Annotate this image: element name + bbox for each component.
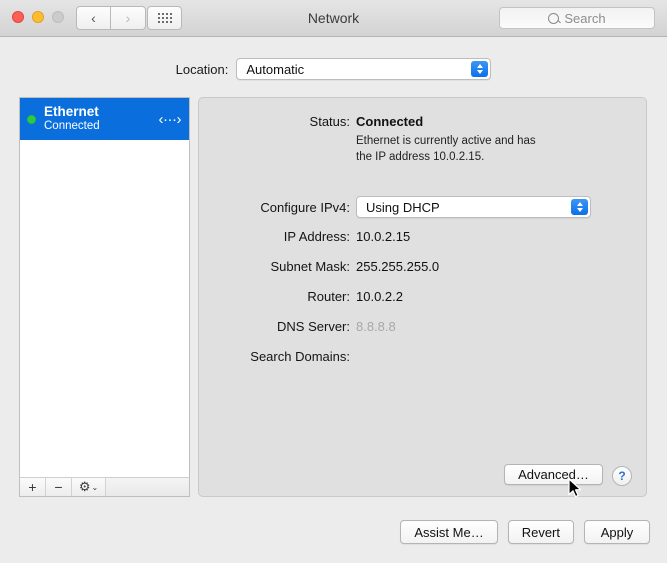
- location-label: Location:: [175, 61, 229, 77]
- dns-server-label: DNS Server:: [277, 319, 350, 334]
- footer-buttons: Assist Me… Revert Apply: [400, 520, 650, 544]
- status-description: Ethernet is currently active and has the…: [356, 135, 536, 163]
- search-placeholder: Search: [564, 10, 606, 26]
- status-indicator-dot: [27, 114, 36, 124]
- search-icon: [548, 12, 560, 24]
- dns-server-row: DNS Server: 8.8.8.8: [199, 319, 396, 334]
- location-value: Automatic: [246, 61, 305, 77]
- gear-icon: ⚙: [78, 479, 91, 494]
- search-domains-label: Search Domains:: [250, 349, 350, 364]
- dns-server-value: 8.8.8.8: [356, 319, 396, 334]
- service-labels: Ethernet Connected: [44, 104, 100, 133]
- configure-ipv4-label: Configure IPv4:: [260, 199, 350, 215]
- service-item-ethernet[interactable]: Ethernet Connected ‹···›: [20, 98, 189, 140]
- router-value: 10.0.2.2: [356, 289, 403, 304]
- ethernet-icon: ‹···›: [158, 110, 182, 128]
- toolbar-filler: [106, 478, 189, 496]
- plus-icon: +: [28, 479, 37, 495]
- service-name: Ethernet: [44, 104, 99, 120]
- services-toolbar: + − ⚙ ⌄: [19, 477, 190, 497]
- configure-ipv4-popup-button[interactable]: Using DHCP: [356, 196, 591, 218]
- subnet-mask-value: 255.255.255.0: [356, 259, 440, 274]
- ip-address-row: IP Address: 10.0.2.15: [199, 229, 410, 244]
- ip-address-value: 10.0.2.15: [356, 229, 411, 244]
- subnet-mask-row: Subnet Mask: 255.255.255.0: [199, 259, 440, 274]
- status-description-row: Ethernet is currently active and has the…: [199, 134, 551, 165]
- ip-address-label: IP Address:: [283, 229, 350, 244]
- location-row: Location: Automatic: [0, 58, 667, 80]
- status-value: Connected: [356, 114, 424, 129]
- search-domains-row: Search Domains:: [199, 349, 356, 364]
- location-popup-button[interactable]: Automatic: [236, 58, 492, 80]
- chevron-updown-icon: [471, 61, 489, 77]
- search-field[interactable]: Search: [499, 7, 655, 29]
- chevron-updown-icon: [571, 199, 588, 215]
- subnet-mask-label: Subnet Mask:: [270, 259, 351, 274]
- status-row: Status: Connected: [199, 114, 424, 129]
- service-status: Connected: [44, 120, 100, 133]
- status-label: Status:: [309, 114, 350, 129]
- network-detail-pane: Status: Connected Ethernet is currently …: [198, 97, 647, 497]
- router-label: Router:: [307, 289, 350, 304]
- advanced-button[interactable]: Advanced…: [504, 464, 603, 485]
- remove-service-button[interactable]: −: [46, 478, 72, 496]
- add-service-button[interactable]: +: [20, 478, 46, 496]
- chevron-down-icon: ⌄: [91, 482, 99, 492]
- revert-button[interactable]: Revert: [507, 520, 574, 544]
- apply-button[interactable]: Apply: [584, 520, 650, 544]
- configure-ipv4-value: Using DHCP: [366, 199, 440, 215]
- minus-icon: −: [54, 479, 63, 495]
- help-button[interactable]: ?: [612, 466, 632, 486]
- router-row: Router: 10.0.2.2: [199, 289, 403, 304]
- assist-me-button[interactable]: Assist Me…: [400, 520, 498, 544]
- window-titlebar: ‹ › Network Search: [0, 0, 667, 37]
- services-list[interactable]: Ethernet Connected ‹···›: [19, 97, 190, 497]
- configure-ipv4-row: Configure IPv4: Using DHCP: [199, 196, 591, 218]
- service-actions-button[interactable]: ⚙ ⌄: [72, 478, 106, 496]
